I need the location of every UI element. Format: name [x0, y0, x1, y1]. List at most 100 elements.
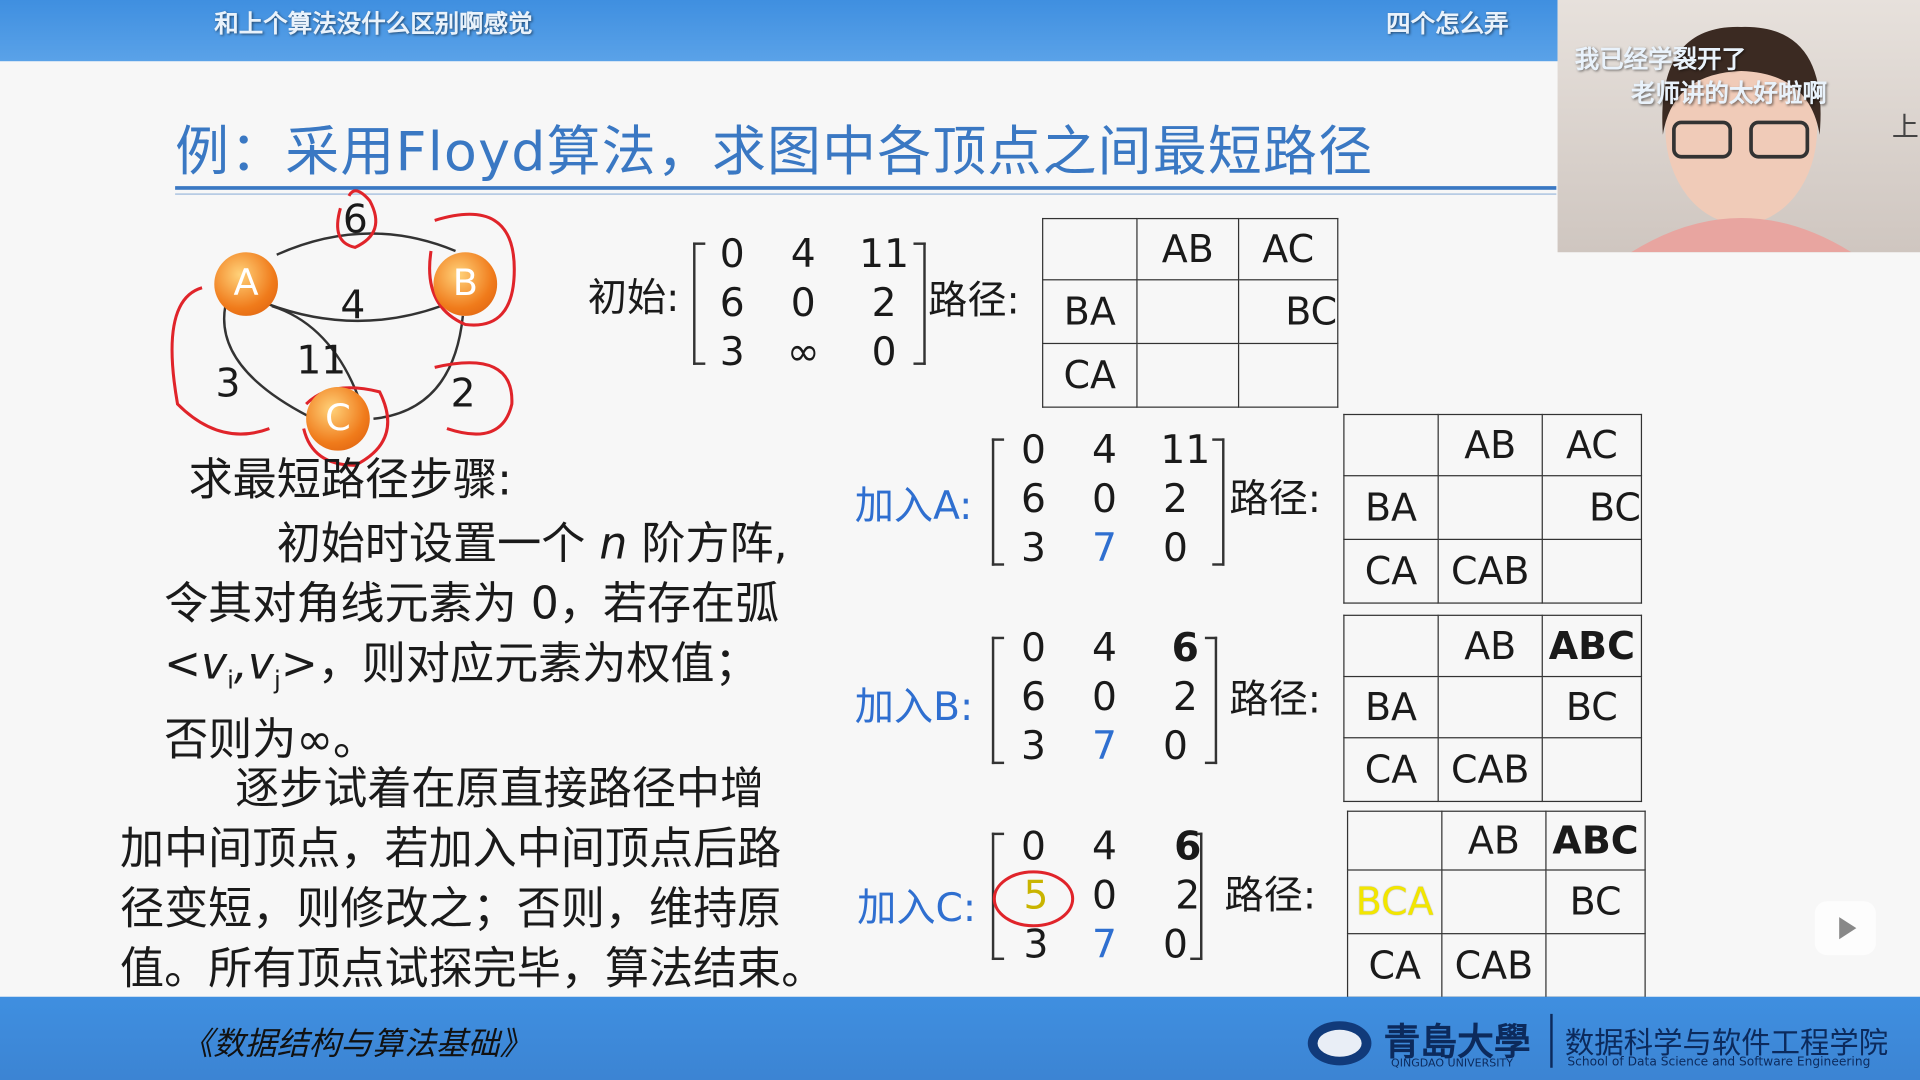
- path-cell: ABC: [1545, 810, 1646, 871]
- graph-node-c: C: [306, 386, 370, 451]
- matrix-cell: 2: [1172, 673, 1198, 721]
- path-cell: [1136, 279, 1240, 345]
- graph-node-b: B: [433, 252, 498, 316]
- annotation-circle: [992, 870, 1075, 928]
- matrix-cell: 0: [1163, 722, 1188, 769]
- graph-diagram: A B C 6 4 11 3 2: [147, 184, 539, 478]
- path-cell: CAB: [1441, 933, 1547, 998]
- path-cell: AB: [1136, 217, 1240, 281]
- path-table: AB ABC BCA BC CA CAB: [1346, 810, 1646, 998]
- text-run: n: [599, 519, 628, 570]
- video-frame: 和上个算法没什么区别啊感觉 四个怎么弄 例：采用Floyd算法，求图中各顶点之间…: [0, 0, 1920, 1080]
- paragraph-line: 令其对角线元素为 0，若存在弧: [164, 579, 780, 630]
- path-label: 路径:: [1229, 475, 1321, 522]
- matrix-cell: 0: [719, 230, 745, 277]
- path-cell: [1541, 737, 1643, 803]
- path-table: AB AC BA BC CA: [1042, 217, 1339, 408]
- matrix-cell: ∞: [786, 328, 820, 375]
- text-run: ,v: [233, 639, 275, 690]
- path-label: 路径:: [1229, 675, 1321, 723]
- path-cell-updated: ABC: [1541, 614, 1643, 678]
- matrix-cell: 2: [1163, 475, 1188, 522]
- path-cell: [1437, 475, 1543, 541]
- path-cell: [1541, 538, 1643, 604]
- distance-matrix: 0 4 11 6 0 2 3 7 0: [997, 426, 1217, 573]
- college-name-en: School of Data Science and Software Engi…: [1567, 1055, 1871, 1069]
- path-cell: AC: [1541, 413, 1643, 477]
- path-cell: AB: [1437, 614, 1543, 678]
- step-label: 加入C:: [857, 884, 977, 931]
- play-icon: [1839, 917, 1857, 940]
- path-cell: AC: [1237, 217, 1339, 281]
- danmaku-comment: 四个怎么弄: [1386, 8, 1509, 38]
- danmaku-comment: 和上个算法没什么区别啊感觉: [214, 8, 533, 38]
- matrix-cell: 7: [1092, 920, 1117, 968]
- matrix-cell: 0: [1163, 920, 1188, 968]
- path-label: 路径:: [1224, 871, 1317, 919]
- danmaku-comment: 老师讲的太好啦啊: [1631, 78, 1827, 108]
- matrix-cell: 0: [1092, 673, 1117, 721]
- path-cell: BA: [1343, 475, 1439, 541]
- path-cell: BC: [1541, 675, 1643, 739]
- path-cell: CA: [1042, 342, 1138, 408]
- path-table: AB AC BA BC CA CAB: [1343, 413, 1643, 604]
- matrix-cell: 0: [1092, 475, 1117, 522]
- university-logo: [1307, 1021, 1372, 1066]
- side-text: 上: [1891, 112, 1919, 144]
- matrix-cell: 2: [871, 279, 897, 326]
- matrix-cell-updated: 7: [1092, 524, 1117, 571]
- path-cell: [1441, 869, 1547, 935]
- book-title: 《数据结构与算法基础》: [181, 1026, 532, 1063]
- matrix-cell: 4: [1092, 822, 1117, 870]
- path-cell: AB: [1437, 413, 1543, 477]
- matrix-cell-updated: 6: [1171, 624, 1199, 672]
- matrix-cell: 6: [719, 279, 745, 326]
- path-cell: [1346, 810, 1443, 871]
- matrix-cell: 2: [1175, 871, 1201, 919]
- path-table: AB ABC BA BC CA CAB: [1343, 614, 1643, 803]
- matrix-cell: 11: [1160, 426, 1211, 473]
- path-cell: CA: [1343, 538, 1439, 604]
- matrix-cell: 0: [1021, 426, 1046, 473]
- step-label: 加入B:: [854, 683, 974, 730]
- paragraph-line: 值。所有顶点试探完毕，算法结束。: [120, 944, 826, 995]
- paragraph-line: 初始时设置一个 n 阶方阵,: [164, 514, 850, 574]
- presenter-video: [1631, 26, 1852, 253]
- matrix-cell: 4: [790, 230, 816, 277]
- graph-node-a: A: [214, 252, 278, 316]
- paragraph-line: 径变短，则修改之；否则，维持原: [120, 884, 782, 935]
- paragraph-line: <vi,vj>，则对应元素为权值；: [164, 634, 850, 710]
- path-cell: BA: [1343, 675, 1439, 739]
- path-cell: BC: [1237, 279, 1339, 345]
- path-cell: CA: [1346, 933, 1443, 998]
- path-cell: CA: [1343, 737, 1439, 803]
- path-cell: [1343, 413, 1439, 477]
- paragraph-1: 初始时设置一个 n 阶方阵, 令其对角线元素为 0，若存在弧 <vi,vj>，则…: [164, 514, 850, 770]
- play-button[interactable]: [1814, 901, 1876, 956]
- webcam-overlay: 我已经学裂开了 老师讲的太好啦啊: [1557, 0, 1920, 253]
- path-cell: CAB: [1437, 737, 1543, 803]
- matrix-cell: 11: [859, 230, 910, 277]
- path-cell: [1343, 614, 1439, 678]
- edge-weight: 2: [450, 369, 476, 417]
- text-run: <v: [164, 639, 228, 690]
- step-label: 加入A:: [854, 482, 973, 529]
- matrix-cell: 0: [790, 279, 816, 326]
- path-cell: [1545, 933, 1646, 998]
- path-cell-updated: CAB: [1437, 538, 1543, 604]
- matrix-cell: 0: [1021, 624, 1046, 672]
- text-run: >，则对应元素为权值；: [280, 639, 759, 690]
- matrix-cell: 4: [1092, 624, 1117, 672]
- path-cell: BA: [1042, 279, 1138, 345]
- edge-weight: 3: [215, 360, 241, 407]
- path-cell: AB: [1441, 810, 1547, 871]
- matrix-cell: 0: [871, 328, 897, 375]
- steps-heading: 求最短路径步骤:: [188, 455, 513, 506]
- step-label: 初始:: [587, 274, 680, 321]
- matrix-cell: 3: [1021, 722, 1046, 769]
- matrix-cell: 0: [1092, 871, 1117, 919]
- paragraph-line: 加中间顶点，若加入中间顶点后路: [120, 824, 782, 875]
- path-cell-updated: BCA: [1346, 869, 1443, 935]
- text-run: 阶方阵,: [641, 519, 788, 570]
- matrix-cell: 3: [1021, 524, 1046, 571]
